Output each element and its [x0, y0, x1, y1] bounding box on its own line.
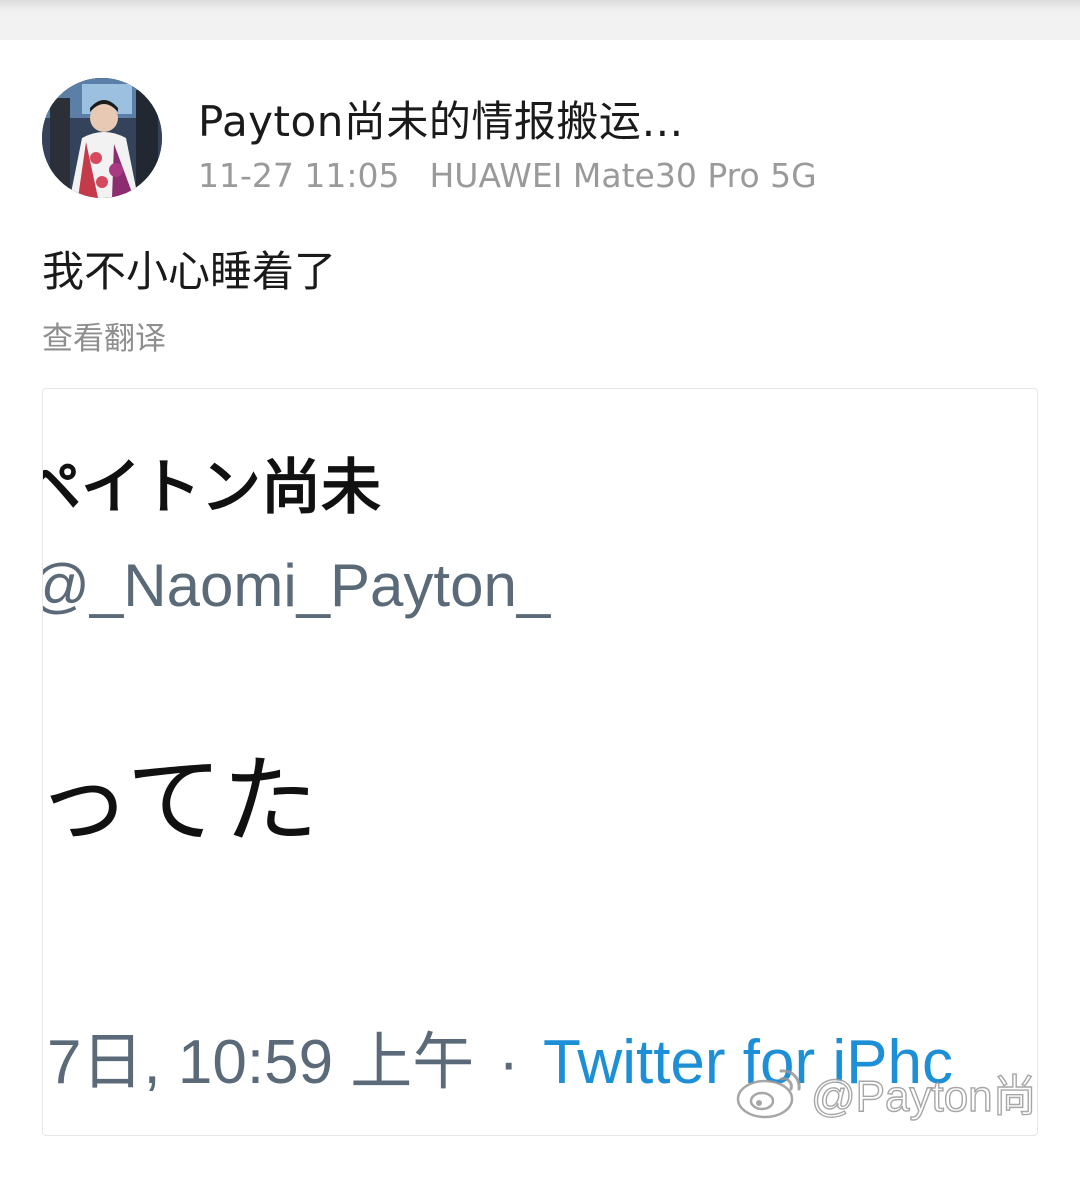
tweet-footer-separator: · [498, 1028, 519, 1097]
translate-link[interactable]: 查看翻译 [42, 313, 166, 358]
tweet-time: 7日, 10:59 上午 [47, 1028, 475, 1097]
post-device: HUAWEI Mate30 Pro 5G [429, 156, 817, 195]
post-image[interactable]: ペイトン尚未 @_Naomi_Payton_ ってた 7日, 10:59 上午 ·… [42, 388, 1038, 1136]
tweet-handle: @_Naomi_Payton_ [42, 552, 551, 619]
weibo-logo-icon [736, 1069, 801, 1119]
weibo-watermark: @Payton尚 [735, 1057, 1037, 1127]
avatar[interactable] [42, 78, 162, 198]
post-text: 我不小心睡着了 [42, 247, 337, 296]
watermark-text: @Payton尚 [810, 1071, 1037, 1121]
author-name[interactable]: Payton尚未的情报搬运… [198, 88, 684, 149]
post-meta: 11-27 11:05 HUAWEI Mate30 Pro 5G [198, 156, 817, 195]
post-timestamp: 11-27 11:05 [198, 156, 400, 195]
top-divider-strip [0, 0, 1080, 40]
tweet-display-name: ペイトン尚未 [42, 453, 381, 523]
tweet-text: ってた [42, 745, 319, 857]
avatar-image [42, 78, 162, 198]
